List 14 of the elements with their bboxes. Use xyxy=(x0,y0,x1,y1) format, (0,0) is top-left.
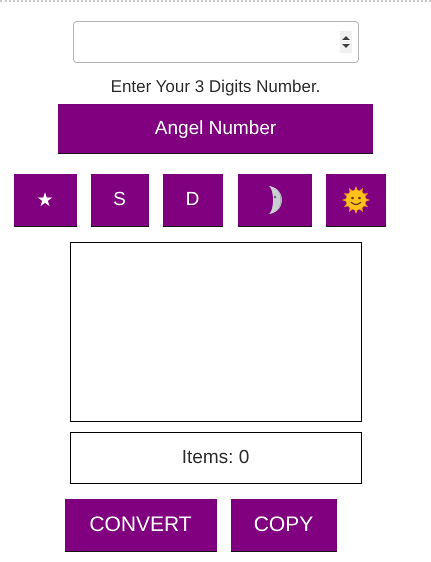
sun-icon xyxy=(340,185,370,215)
spinner-icon[interactable] xyxy=(340,31,352,53)
moon-button[interactable] xyxy=(238,174,312,227)
style-button[interactable]: S xyxy=(90,174,148,227)
style-button[interactable]: D xyxy=(162,174,222,227)
items-counter: Items: 0 xyxy=(70,432,362,484)
number-input[interactable] xyxy=(72,21,358,63)
convert-button[interactable]: CONVERT xyxy=(64,499,216,552)
sun-button[interactable] xyxy=(326,174,386,227)
input-hint: Enter Your 3 Digits Number. xyxy=(110,77,320,97)
copy-button[interactable]: COPY xyxy=(230,499,336,552)
moon-icon xyxy=(266,186,282,214)
angel-number-button[interactable]: Angel Number xyxy=(58,104,373,154)
style-button[interactable]: ★ xyxy=(14,174,76,227)
